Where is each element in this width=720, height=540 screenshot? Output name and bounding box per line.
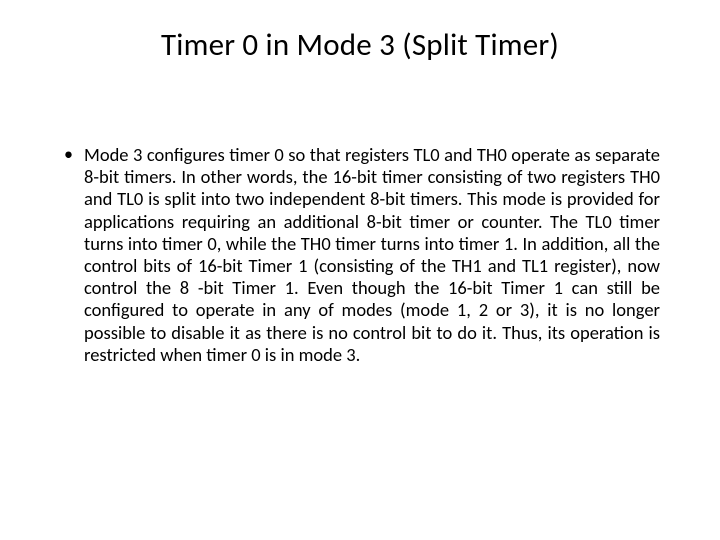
slide-title: Timer 0 in Mode 3 (Split Timer): [60, 26, 660, 64]
slide: Timer 0 in Mode 3 (Split Timer) Mode 3 c…: [0, 0, 720, 540]
list-item: Mode 3 configures timer 0 so that regist…: [60, 144, 660, 366]
bullet-list: Mode 3 configures timer 0 so that regist…: [60, 144, 660, 366]
